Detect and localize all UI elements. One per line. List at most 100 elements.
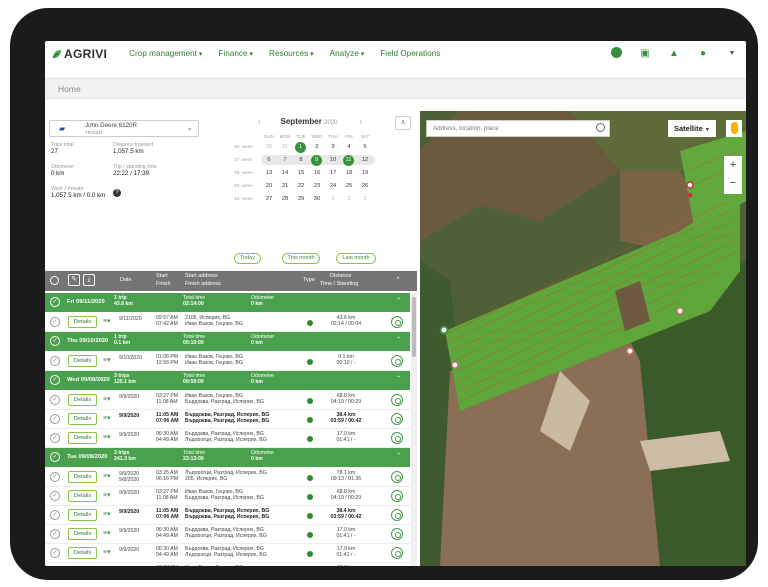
trip-row[interactable]: ✓ Details ≡▾ 9/9/2020 11:05 AM 07:06 AM Б… xyxy=(45,410,410,429)
download-icon[interactable]: ⤓ xyxy=(83,274,95,286)
trip-row[interactable]: ✓ Details ≡▾ 9/9/2020 03:27 PM11:08 AM И… xyxy=(45,391,410,410)
group-checkbox[interactable]: ✓ xyxy=(50,375,60,385)
trip-row[interactable]: ✓ Details ≡▾ 9/10/2020 01:06 PM 12:56 PM … xyxy=(45,352,410,371)
start-marker[interactable] xyxy=(439,325,449,335)
map-type-select[interactable]: Satellite ▼ xyxy=(668,120,716,137)
route-target-icon[interactable] xyxy=(391,355,403,367)
row-menu-icon[interactable]: ≡▾ xyxy=(103,317,111,325)
calendar-day[interactable]: 22 xyxy=(294,182,308,191)
map-search-input[interactable]: Address, location, place xyxy=(426,120,610,137)
details-button[interactable]: Details xyxy=(68,528,97,540)
collapse-all-icon[interactable]: ⌃ xyxy=(395,276,401,284)
row-checkbox[interactable]: ✓ xyxy=(50,414,60,424)
header-distance[interactable]: Distance xyxy=(330,273,351,279)
collapse-group-icon[interactable]: ⌃ xyxy=(396,336,401,343)
trip-row[interactable]: ✓ Details ≡▾ 9/9/2020 9/8/2020 03:25 AM 06… xyxy=(45,468,410,487)
group-checkbox[interactable]: ✓ xyxy=(50,297,60,307)
details-button[interactable]: Details xyxy=(68,432,97,444)
calendar-day[interactable]: 18 xyxy=(342,169,356,178)
next-month-icon[interactable]: › xyxy=(359,117,362,126)
collapse-group-icon[interactable]: ⌃ xyxy=(396,297,401,304)
week-label[interactable]: 37. week xyxy=(234,157,258,162)
calendar-day[interactable]: 28 xyxy=(278,195,292,204)
street-view-pegman-icon[interactable] xyxy=(726,120,742,137)
vehicle-select[interactable]: ▰ John Deere 6120R TR10231 ⌄ xyxy=(49,120,199,137)
calendar-day[interactable]: 17 xyxy=(326,169,340,178)
details-button[interactable]: Details xyxy=(68,509,97,521)
header-finish-address[interactable]: Finish address xyxy=(185,281,221,287)
chat-icon[interactable]: ● xyxy=(697,48,709,59)
last-month-button[interactable]: Last month xyxy=(336,253,376,264)
map-view[interactable]: Address, location, place Satellite ▼ + − xyxy=(420,111,746,566)
header-start[interactable]: Start xyxy=(156,273,168,279)
calendar-day-with-trips[interactable]: 1 xyxy=(295,142,306,153)
calendar-icon[interactable]: ▣ xyxy=(639,48,651,59)
calendar-day[interactable]: 15 xyxy=(294,169,308,178)
route-target-icon[interactable] xyxy=(391,432,403,444)
row-checkbox[interactable]: ✓ xyxy=(50,317,60,327)
route-target-icon[interactable] xyxy=(391,509,403,521)
bell-icon[interactable]: ▲ xyxy=(668,48,680,59)
calendar-day[interactable]: 19 xyxy=(358,169,372,178)
row-menu-icon[interactable]: ≡▾ xyxy=(103,414,111,422)
header-time[interactable]: Time / Standing xyxy=(320,281,358,287)
collapse-group-icon[interactable]: ⌃ xyxy=(396,452,401,459)
week-label[interactable]: 40. week xyxy=(234,196,258,201)
zoom-in-button[interactable]: + xyxy=(724,156,742,174)
day-group-row[interactable]: ✓ Thu 09/10/2020 1 trip 0.1 km Total time… xyxy=(45,332,410,351)
calendar-day-with-trips[interactable]: 11 xyxy=(343,155,354,166)
week-label[interactable]: 38. week xyxy=(234,170,258,175)
collapse-panel-button[interactable]: ∧ xyxy=(395,116,411,130)
search-icon[interactable] xyxy=(596,123,605,132)
header-type[interactable]: Type xyxy=(303,277,315,283)
select-all-checkbox[interactable] xyxy=(50,276,59,285)
details-button[interactable]: Details xyxy=(68,316,97,328)
route-target-icon[interactable] xyxy=(391,316,403,328)
calendar-day[interactable]: 27 xyxy=(262,195,276,204)
calendar-day[interactable]: 16 xyxy=(310,169,324,178)
route-marker[interactable] xyxy=(451,361,459,369)
calendar-day[interactable]: 1 xyxy=(326,195,340,204)
route-target-icon[interactable] xyxy=(391,413,403,425)
header-start-address[interactable]: Start address xyxy=(185,273,218,279)
calendar-day[interactable]: 30 xyxy=(310,195,324,204)
calendar-day[interactable]: 23 xyxy=(310,182,324,191)
table-scrollbar[interactable] xyxy=(411,293,417,566)
details-button[interactable]: Details xyxy=(68,490,97,502)
details-button[interactable]: Details xyxy=(68,355,97,367)
row-checkbox[interactable]: ✓ xyxy=(50,433,60,443)
calendar-day[interactable]: 31 xyxy=(278,143,292,152)
route-marker[interactable] xyxy=(686,181,694,189)
row-menu-icon[interactable]: ≡▾ xyxy=(103,472,111,480)
zoom-out-button[interactable]: − xyxy=(724,174,742,192)
header-finish[interactable]: Finish xyxy=(156,281,171,287)
calendar-day[interactable]: 6 xyxy=(262,156,276,165)
calendar-day[interactable]: 30 xyxy=(262,143,276,152)
day-group-row[interactable]: ✓ Fri 09/11/2020 1 trip 43.6 km Total tim… xyxy=(45,293,410,312)
calendar-day[interactable]: 14 xyxy=(278,169,292,178)
row-menu-icon[interactable]: ≡▾ xyxy=(103,529,111,537)
collapse-group-icon[interactable]: ⌃ xyxy=(396,375,401,382)
calendar-day[interactable]: 2 xyxy=(310,143,324,152)
trip-row[interactable]: ✓ Details ≡▾ 9/9/2020 11:05 AM 07:06 AM Б… xyxy=(45,506,410,525)
edit-icon[interactable]: ✎ xyxy=(68,274,80,286)
trip-row[interactable]: ✓ Details ≡▾ 9/9/2020 06:30 AM 04:49 AM Б… xyxy=(45,544,410,563)
calendar-day[interactable]: 21 xyxy=(278,182,292,191)
row-menu-icon[interactable]: ≡▾ xyxy=(103,356,111,364)
user-dropdown-icon[interactable]: ▼ xyxy=(726,50,738,57)
calendar-day[interactable]: 10 xyxy=(326,156,340,165)
route-marker[interactable] xyxy=(676,307,684,315)
menu-item[interactable]: Analyze ▾ xyxy=(330,49,365,58)
menu-item[interactable]: Crop management ▾ xyxy=(129,49,202,58)
day-group-row[interactable]: ✓ Tue 09/08/2020 3 trips 241.3 km Total t… xyxy=(45,448,410,467)
prev-month-icon[interactable]: ‹ xyxy=(258,117,261,126)
row-checkbox[interactable]: ✓ xyxy=(50,510,60,520)
row-menu-icon[interactable]: ≡▾ xyxy=(103,433,111,441)
calendar-day[interactable]: 25 xyxy=(342,182,356,191)
route-target-icon[interactable] xyxy=(391,471,403,483)
row-menu-icon[interactable]: ≡▾ xyxy=(103,395,111,403)
group-checkbox[interactable]: ✓ xyxy=(50,452,60,462)
scroll-thumb[interactable] xyxy=(412,297,416,357)
breadcrumb[interactable]: Home xyxy=(45,78,746,99)
route-target-icon[interactable] xyxy=(391,394,403,406)
